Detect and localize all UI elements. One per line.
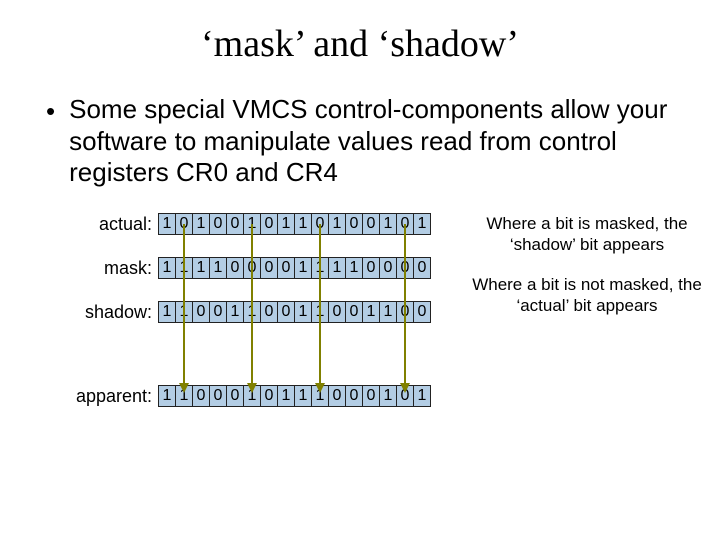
- bit-cell: 0: [396, 301, 414, 323]
- bit-cell: 0: [379, 257, 397, 279]
- bit-cell: 1: [294, 385, 312, 407]
- bit-cell: 0: [226, 257, 244, 279]
- caption-unmasked: Where a bit is not masked, the ‘actual’ …: [472, 274, 702, 317]
- diagram: actual: 1010010110100101 mask: 111100001…: [0, 213, 720, 513]
- bit-cell: 1: [311, 257, 329, 279]
- bit-cell: 0: [396, 385, 414, 407]
- bit-cell: 0: [192, 385, 210, 407]
- bit-cell: 1: [243, 385, 261, 407]
- bit-cell: 0: [277, 257, 295, 279]
- bit-cell: 1: [379, 213, 397, 235]
- bit-cell: 1: [192, 213, 210, 235]
- bits-actual: 1010010110100101: [158, 213, 431, 235]
- bit-cell: 1: [158, 257, 176, 279]
- bit-cell: 0: [345, 301, 363, 323]
- bit-cell: 1: [226, 301, 244, 323]
- bit-cell: 0: [328, 385, 346, 407]
- bit-cell: 1: [328, 257, 346, 279]
- label-mask: mask:: [0, 258, 158, 279]
- bit-cell: 1: [277, 385, 295, 407]
- bit-cell: 0: [277, 301, 295, 323]
- bit-cell: 1: [243, 213, 261, 235]
- bit-cell: 1: [328, 213, 346, 235]
- bits-mask: 1111000011110000: [158, 257, 431, 279]
- bullet-block: • Some special VMCS control-components a…: [0, 66, 720, 189]
- bit-cell: 0: [362, 213, 380, 235]
- bit-cell: 1: [379, 385, 397, 407]
- bit-cell: 0: [362, 385, 380, 407]
- bit-cell: 1: [175, 385, 193, 407]
- bit-cell: 0: [209, 301, 227, 323]
- bit-cell: 1: [175, 257, 193, 279]
- label-apparent: apparent:: [0, 386, 158, 407]
- bullet-text: Some special VMCS control-components all…: [69, 94, 674, 189]
- bit-cell: 0: [260, 257, 278, 279]
- bit-cell: 0: [260, 385, 278, 407]
- bit-cell: 1: [158, 385, 176, 407]
- bit-cell: 0: [243, 257, 261, 279]
- bits-apparent: 1100010111000101: [158, 385, 431, 407]
- bit-cell: 0: [345, 213, 363, 235]
- bit-cell: 1: [413, 213, 431, 235]
- bit-cell: 1: [294, 257, 312, 279]
- row-shadow: shadow: 1100110011001100: [0, 301, 431, 323]
- label-actual: actual:: [0, 214, 158, 235]
- bits-shadow: 1100110011001100: [158, 301, 431, 323]
- bullet-dot: •: [46, 98, 55, 124]
- row-actual: actual: 1010010110100101: [0, 213, 431, 235]
- slide-title: ‘mask’ and ‘shadow’: [0, 0, 720, 66]
- bit-cell: 0: [413, 301, 431, 323]
- bit-cell: 1: [158, 301, 176, 323]
- bit-cell: 1: [379, 301, 397, 323]
- bit-cell: 1: [175, 301, 193, 323]
- bit-cell: 0: [328, 301, 346, 323]
- bit-cell: 0: [260, 301, 278, 323]
- bit-cell: 0: [226, 213, 244, 235]
- label-shadow: shadow:: [0, 302, 158, 323]
- bit-cell: 1: [311, 385, 329, 407]
- bit-cell: 1: [294, 301, 312, 323]
- bit-cell: 1: [243, 301, 261, 323]
- bit-cell: 0: [192, 301, 210, 323]
- bit-cell: 0: [345, 385, 363, 407]
- bit-cell: 1: [413, 385, 431, 407]
- bit-cell: 1: [311, 301, 329, 323]
- caption-masked: Where a bit is masked, the ‘shadow’ bit …: [472, 213, 702, 256]
- bit-cell: 0: [175, 213, 193, 235]
- bit-cell: 0: [311, 213, 329, 235]
- bit-cell: 1: [277, 213, 295, 235]
- bit-cell: 1: [158, 213, 176, 235]
- bit-cell: 0: [362, 257, 380, 279]
- bit-cell: 0: [413, 257, 431, 279]
- bit-cell: 1: [209, 257, 227, 279]
- bit-cell: 1: [192, 257, 210, 279]
- bit-cell: 1: [345, 257, 363, 279]
- bit-cell: 0: [209, 385, 227, 407]
- bit-cell: 0: [226, 385, 244, 407]
- row-mask: mask: 1111000011110000: [0, 257, 431, 279]
- bit-cell: 1: [294, 213, 312, 235]
- bit-cell: 0: [209, 213, 227, 235]
- bit-cell: 1: [362, 301, 380, 323]
- bit-cell: 0: [260, 213, 278, 235]
- row-apparent: apparent: 1100010111000101: [0, 385, 431, 407]
- bit-cell: 0: [396, 213, 414, 235]
- bit-cell: 0: [396, 257, 414, 279]
- captions: Where a bit is masked, the ‘shadow’ bit …: [472, 213, 702, 334]
